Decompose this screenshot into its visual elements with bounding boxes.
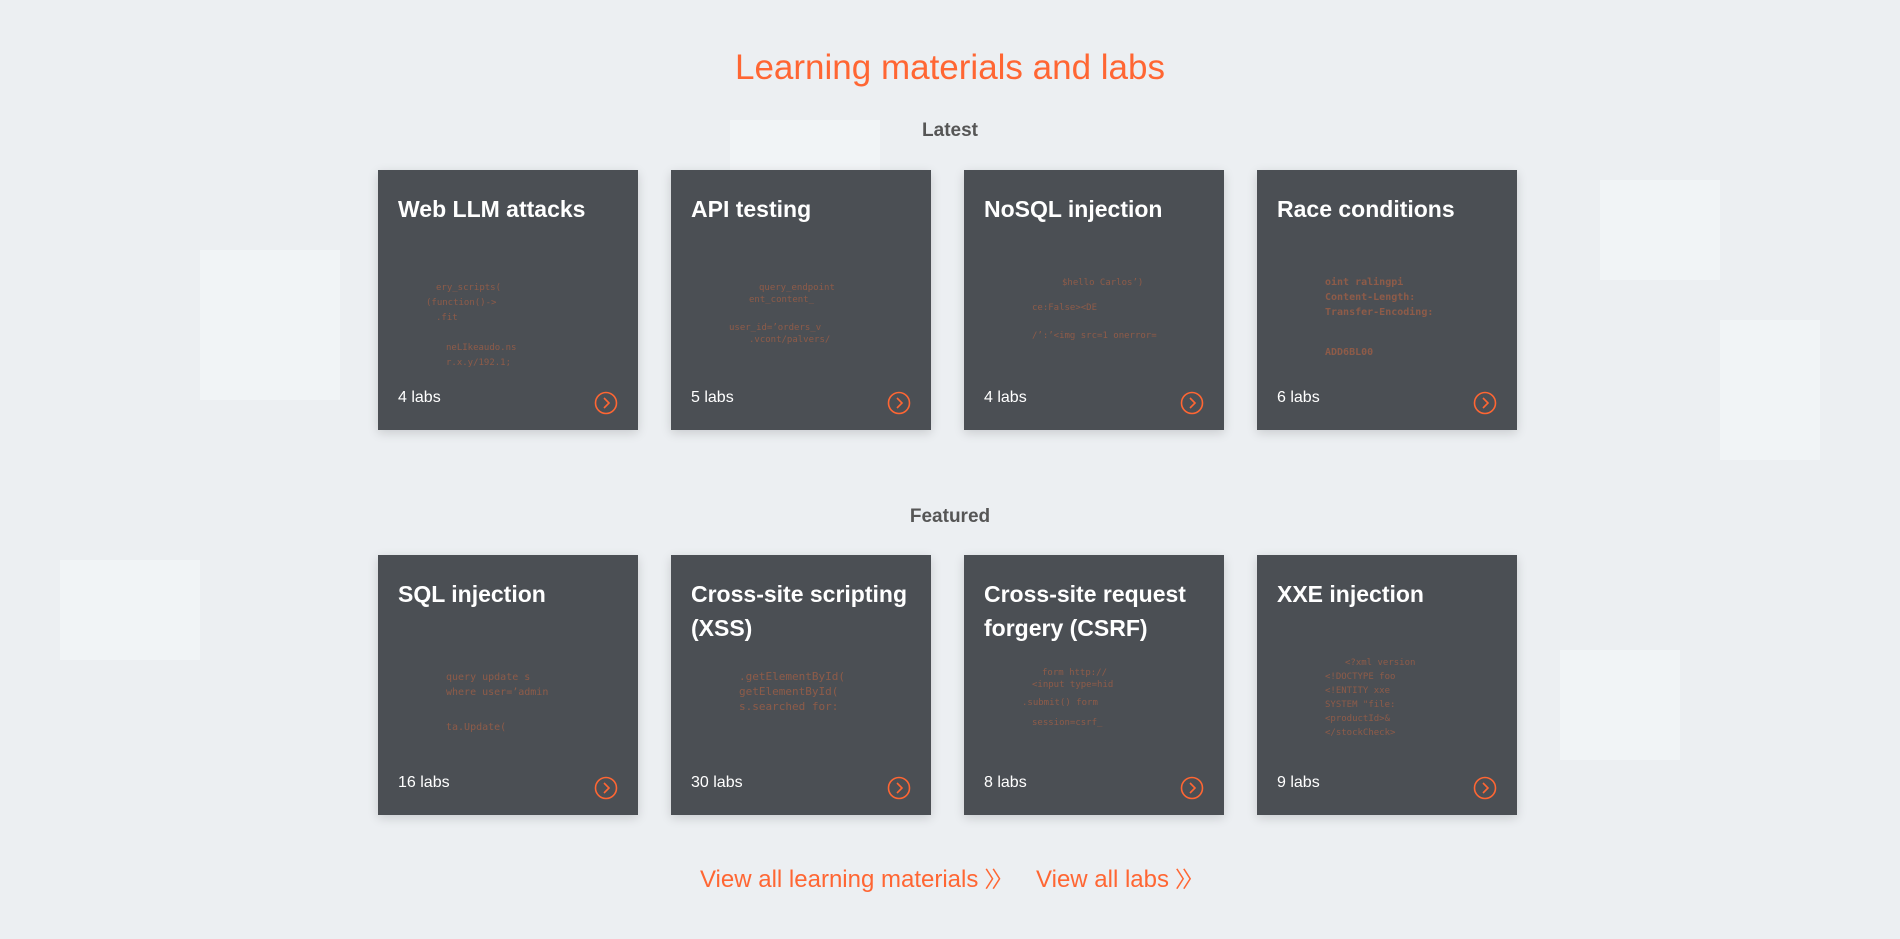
svg-text:Transfer-Encoding:: Transfer-Encoding: <box>1325 306 1433 318</box>
svg-text:ta.Update(: ta.Update( <box>446 722 506 733</box>
view-all-labs-link[interactable]: View all labs 〉〉 <box>1036 866 1204 893</box>
svg-text:Content-Length:: Content-Length: <box>1325 292 1415 303</box>
svg-text:form http://: form http:// <box>1042 668 1107 678</box>
svg-text:.vcont/palvers/: .vcont/palvers/ <box>749 335 830 345</box>
code-pattern-icon: ery_scripts( (function()-> .fit neLIkeaudo… <box>426 283 516 368</box>
svg-text:<productId>&: <productId>& <box>1325 714 1391 724</box>
card-lab-count: 5 labs <box>691 389 734 406</box>
link-label: View all labs <box>1036 866 1169 893</box>
card-title: Web LLM attacks <box>398 196 586 222</box>
card-sql-injection[interactable]: SQL injection query update s where user=’… <box>378 555 638 815</box>
code-pattern-icon: form http:// <input type=hid .submit() fo… <box>1022 668 1113 728</box>
svg-text:where user=’admin: where user=’admin <box>446 687 548 698</box>
svg-text:ery_scripts(: ery_scripts( <box>436 283 501 293</box>
chevron-right-circle-icon[interactable] <box>594 391 618 415</box>
svg-text:$hello Carlos’): $hello Carlos’) <box>1062 278 1143 288</box>
svg-text:.submit() form: .submit() form <box>1022 698 1098 708</box>
double-chevron-right-icon: 〉〉 <box>1175 867 1204 892</box>
svg-text:.fit: .fit <box>436 313 458 323</box>
chevron-right-circle-icon[interactable] <box>594 776 618 800</box>
page-title: Learning materials and labs <box>735 48 1165 87</box>
card-web-llm-attacks[interactable]: Web LLM attacks ery_scripts( (function()-… <box>378 170 638 430</box>
link-label: View all learning materials <box>699 866 979 893</box>
svg-text:ADD6BL00: ADD6BL00 <box>1325 347 1373 358</box>
card-title: NoSQL injection <box>984 196 1163 222</box>
code-pattern-icon: query_endpoint ent_content_ user_id=’orde… <box>729 283 835 345</box>
chevron-right-circle-icon[interactable] <box>1473 776 1497 800</box>
card-lab-count: 4 labs <box>984 389 1027 406</box>
svg-text:session=csrf_: session=csrf_ <box>1032 718 1103 728</box>
svg-text:getElementById(: getElementById( <box>739 685 838 698</box>
chevron-right-circle-icon[interactable] <box>1180 776 1204 800</box>
chevron-right-circle-icon[interactable] <box>1473 391 1497 415</box>
card-lab-count: 30 labs <box>691 774 743 791</box>
card-lab-count: 8 labs <box>984 774 1027 791</box>
code-pattern-icon: oint ralingpi Content-Length: Transfer-En… <box>1325 276 1433 358</box>
code-pattern-icon: query update s where user=’admin ta.Updat… <box>446 672 548 733</box>
svg-text:/’:’<img src=1 onerror=: /’:’<img src=1 onerror= <box>1032 331 1157 341</box>
card-race-conditions[interactable]: Race conditions oint ralingpi Content-Len… <box>1257 170 1517 430</box>
section-label-latest: Latest <box>922 120 978 141</box>
svg-text:ent_content_: ent_content_ <box>749 295 815 305</box>
card-title: Cross-site request forgery (CSRF) <box>984 581 1186 641</box>
chevron-right-circle-icon[interactable] <box>1180 391 1204 415</box>
featured-grid: SQL injection query update s where user=’… <box>378 555 1517 815</box>
svg-text:SYSTEM "file:: SYSTEM "file: <box>1325 700 1395 710</box>
card-lab-count: 4 labs <box>398 389 441 406</box>
svg-text:<!ENTITY xxe: <!ENTITY xxe <box>1325 686 1390 696</box>
card-lab-count: 6 labs <box>1277 389 1320 406</box>
code-pattern-icon: $hello Carlos’) ce:False><DE /’:’<img src… <box>1032 278 1157 341</box>
card-csrf[interactable]: Cross-site request forgery (CSRF) form h… <box>964 555 1224 815</box>
card-title: Cross-site scripting (XSS) <box>691 581 907 641</box>
svg-text:s.searched for:: s.searched for: <box>739 700 838 713</box>
card-title: Race conditions <box>1277 196 1455 222</box>
svg-text:oint ralingpi: oint ralingpi <box>1325 276 1403 288</box>
card-nosql-injection[interactable]: NoSQL injection $hello Carlos’) ce:False>… <box>964 170 1224 430</box>
svg-text:.getElementById(: .getElementById( <box>739 670 845 683</box>
code-pattern-icon: .getElementById( getElementById( s.search… <box>739 670 845 713</box>
latest-grid: Web LLM attacks ery_scripts( (function()-… <box>378 170 1517 430</box>
svg-text:query update s: query update s <box>446 672 530 683</box>
card-xxe-injection[interactable]: XXE injection <?xml version <!DOCTYPE foo… <box>1257 555 1517 815</box>
svg-text:user_id=’orders_v: user_id=’orders_v <box>729 323 821 333</box>
card-title: SQL injection <box>398 581 546 607</box>
view-all-learning-materials-link[interactable]: View all learning materials 〉〉 <box>699 866 1013 893</box>
card-title: API testing <box>691 196 812 222</box>
chevron-right-circle-icon[interactable] <box>887 776 911 800</box>
code-pattern-icon: <?xml version <!DOCTYPE foo <!ENTITY xxe S… <box>1325 658 1415 738</box>
svg-text:neLIkeaudo.ns: neLIkeaudo.ns <box>446 343 516 353</box>
card-title: XXE injection <box>1277 581 1424 607</box>
svg-text:</stockCheck>: </stockCheck> <box>1325 728 1396 738</box>
svg-text:(function()->: (function()-> <box>426 298 497 308</box>
svg-text:<?xml version: <?xml version <box>1345 658 1415 668</box>
card-lab-count: 9 labs <box>1277 774 1320 791</box>
card-lab-count: 16 labs <box>398 774 450 791</box>
svg-text:query_endpoint: query_endpoint <box>759 283 835 293</box>
footer-links: View all learning materials 〉〉 View all l… <box>0 862 1900 894</box>
double-chevron-right-icon: 〉〉 <box>984 867 1013 892</box>
svg-text:r.x.y/192.1;: r.x.y/192.1; <box>446 358 511 368</box>
section-label-featured: Featured <box>909 506 991 527</box>
card-api-testing[interactable]: API testing query_endpoint ent_content_ u… <box>671 170 931 430</box>
svg-text:<input type=hid: <input type=hid <box>1032 680 1113 690</box>
svg-text:ce:False><DE: ce:False><DE <box>1032 303 1097 313</box>
chevron-right-circle-icon[interactable] <box>887 391 911 415</box>
card-cross-site-scripting[interactable]: Cross-site scripting (XSS) .getElementBy… <box>671 555 931 815</box>
svg-text:<!DOCTYPE foo: <!DOCTYPE foo <box>1325 672 1395 682</box>
